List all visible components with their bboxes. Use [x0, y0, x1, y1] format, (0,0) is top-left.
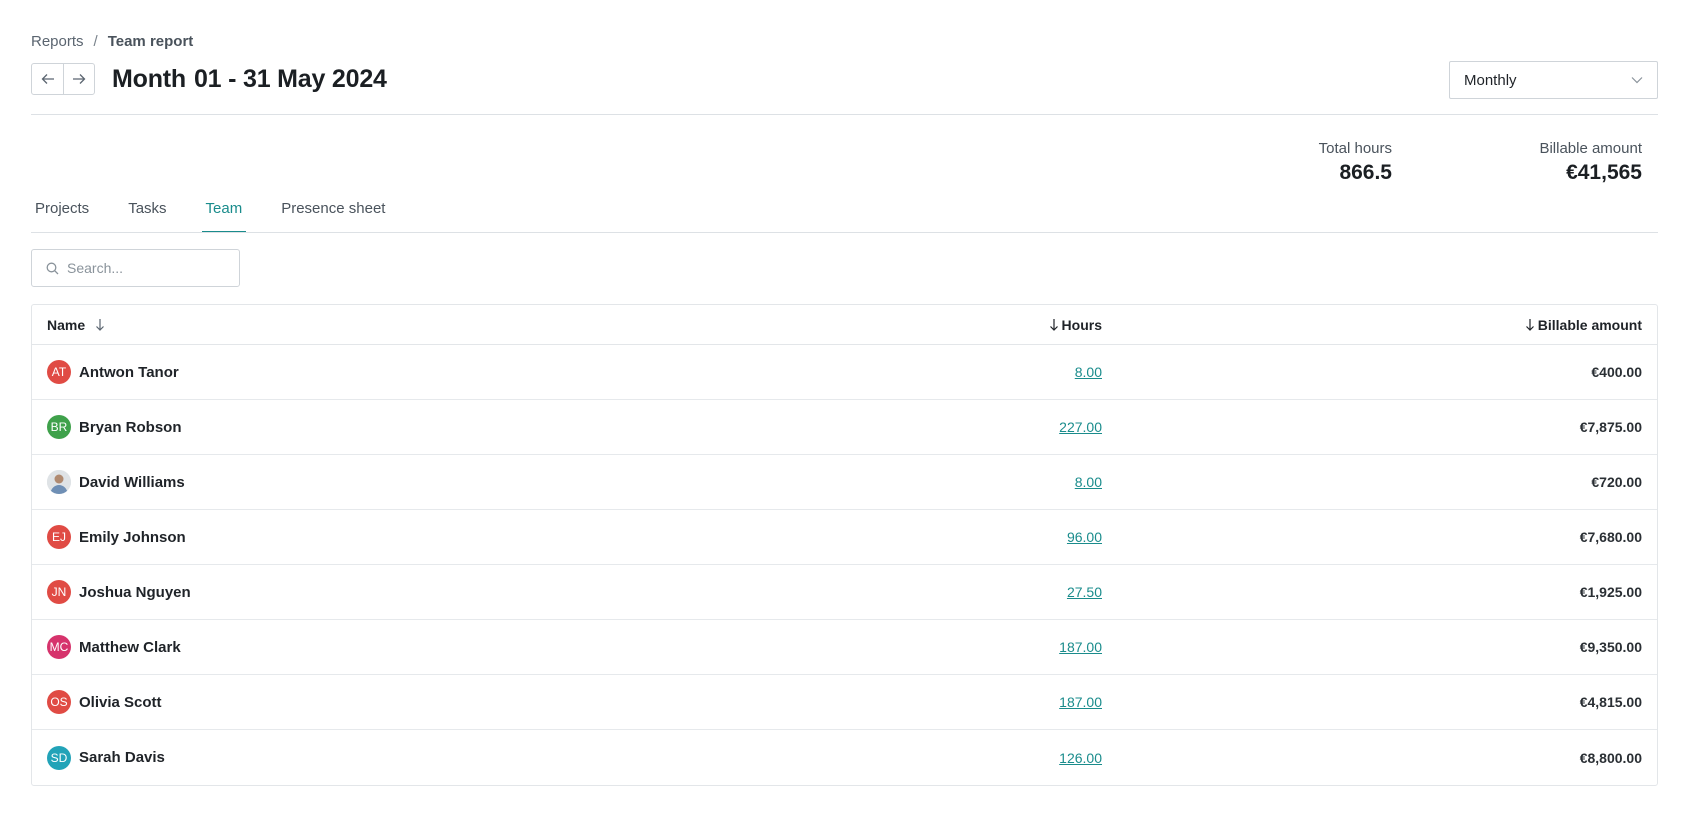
hours-link[interactable]: 187.00	[1059, 694, 1102, 710]
table-row: OS Olivia Scott 187.00 €4,815.00	[32, 675, 1657, 730]
billable-amount-cell: €8,800.00	[1579, 749, 1642, 766]
next-period-button[interactable]	[63, 64, 94, 94]
billable-amount-label: Billable amount	[1539, 140, 1642, 157]
total-hours-stat: Total hours 866.5	[1319, 140, 1392, 185]
billable-amount-cell: €720.00	[1591, 474, 1642, 490]
breadcrumb-separator: /	[93, 33, 98, 50]
column-header-hours[interactable]: Hours	[32, 317, 1102, 333]
title-bar: Month 01 - 31 May 2024	[31, 63, 387, 95]
total-hours-label: Total hours	[1318, 140, 1392, 157]
period-nav-group	[31, 63, 95, 95]
chevron-down-icon	[1631, 77, 1643, 84]
hours-cell: 8.00	[32, 364, 1102, 380]
billable-amount-value: €41,565	[1566, 161, 1642, 184]
hours-cell: 96.00	[32, 529, 1102, 545]
column-header-hours-label: Hours	[1061, 316, 1102, 333]
tab-presence-sheet[interactable]: Presence sheet	[277, 196, 389, 233]
hours-link[interactable]: 8.00	[1075, 474, 1102, 490]
period-select[interactable]: Monthly	[1449, 61, 1658, 99]
column-header-billable[interactable]: Billable amount	[1525, 317, 1642, 333]
tabs-divider	[31, 232, 1658, 233]
arrow-left-icon	[41, 74, 54, 84]
table-row: MC Matthew Clark 187.00 €9,350.00	[32, 620, 1657, 675]
billable-amount-cell: €7,875.00	[1579, 419, 1642, 435]
breadcrumb-current: Team report	[107, 33, 194, 50]
hours-cell: 187.00	[32, 639, 1102, 655]
hours-cell: 187.00	[32, 694, 1102, 710]
breadcrumb-reports-link[interactable]: Reports	[31, 33, 84, 50]
table-row: SD Sarah Davis 126.00 €8,800.00	[32, 730, 1657, 785]
team-table: Name Hours Billable amount AT Antwon Tano…	[31, 304, 1658, 786]
total-hours-value: 866.5	[1339, 161, 1392, 184]
billable-amount-cell: €9,350.00	[1579, 639, 1642, 655]
hours-link[interactable]: 96.00	[1067, 529, 1102, 545]
breadcrumb: Reports / Team report	[31, 33, 193, 50]
billable-amount-cell: €1,925.00	[1579, 584, 1642, 600]
column-header-billable-label: Billable amount	[1537, 316, 1642, 333]
table-header: Name Hours Billable amount	[32, 305, 1657, 345]
date-range: 01 - 31 May 2024	[193, 64, 387, 93]
header-divider	[31, 114, 1658, 115]
table-row: BR Bryan Robson 227.00 €7,875.00	[32, 400, 1657, 455]
period-select-value: Monthly	[1464, 71, 1517, 89]
tab-tasks[interactable]: Tasks	[124, 196, 170, 233]
hours-link[interactable]: 227.00	[1059, 419, 1102, 435]
billable-amount-cell: €4,815.00	[1579, 694, 1642, 710]
hours-cell: 227.00	[32, 419, 1102, 435]
hours-link[interactable]: 126.00	[1059, 750, 1102, 766]
hours-cell: 27.50	[32, 584, 1102, 600]
table-row: JN Joshua Nguyen 27.50 €1,925.00	[32, 565, 1657, 620]
billable-amount-cell: €7,680.00	[1579, 529, 1642, 545]
hours-link[interactable]: 27.50	[1067, 584, 1102, 600]
arrow-right-icon	[73, 74, 86, 84]
hours-cell: 126.00	[32, 750, 1102, 766]
hours-link[interactable]: 187.00	[1059, 639, 1102, 655]
sort-down-icon	[1049, 318, 1058, 331]
sort-down-icon	[1525, 318, 1534, 331]
search-box	[31, 249, 240, 287]
hours-link[interactable]: 8.00	[1075, 364, 1102, 380]
table-row: AT Antwon Tanor 8.00 €400.00	[32, 345, 1657, 400]
table-row: David Williams 8.00 €720.00	[32, 455, 1657, 510]
table-row: EJ Emily Johnson 96.00 €7,680.00	[32, 510, 1657, 565]
billable-amount-cell: €400.00	[1591, 364, 1642, 380]
table-body: AT Antwon Tanor 8.00 €400.00 BR Bryan Robson 2…	[32, 345, 1657, 785]
hours-cell: 8.00	[32, 474, 1102, 490]
page-title: Month 01 - 31 May 2024	[112, 65, 387, 94]
tab-team[interactable]: Team	[201, 196, 247, 233]
previous-period-button[interactable]	[32, 64, 63, 94]
tab-projects[interactable]: Projects	[31, 196, 93, 233]
search-icon	[46, 262, 59, 274]
period-label: Month	[112, 64, 186, 93]
report-tabs: Projects Tasks Team Presence sheet	[31, 196, 420, 233]
billable-amount-stat: Billable amount €41,565	[1539, 140, 1642, 185]
search-input[interactable]	[67, 260, 227, 276]
